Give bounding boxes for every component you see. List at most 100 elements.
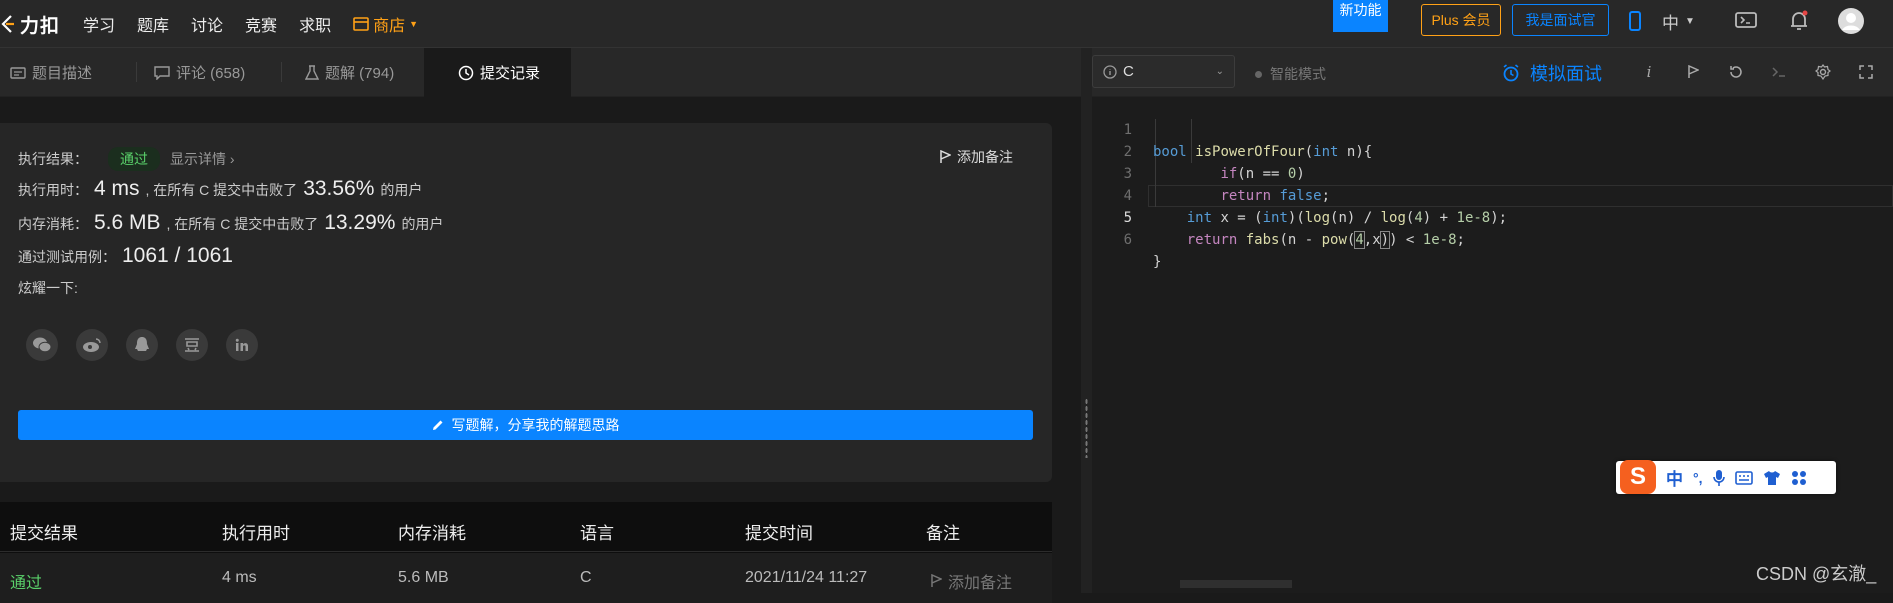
fullscreen-icon[interactable]: [1855, 61, 1877, 83]
playground-icon[interactable]: [1731, 8, 1761, 34]
ime-chinese-mode[interactable]: 中: [1666, 465, 1683, 490]
shirt-icon[interactable]: [1763, 470, 1781, 486]
status-badge: 通过: [108, 147, 160, 171]
code-editor[interactable]: 1 bool isPowerOfFour(int n){ 2 if(n == 0…: [1092, 97, 1893, 593]
tab-submissions[interactable]: 提交记录: [424, 48, 571, 97]
run-flag-icon[interactable]: [1682, 61, 1704, 83]
weibo-icon[interactable]: [76, 329, 108, 361]
leetcode-logo[interactable]: 力扣: [0, 8, 60, 40]
settings-icon[interactable]: [1812, 61, 1834, 83]
wechat-icon[interactable]: [26, 329, 58, 361]
interviewer-button[interactable]: 我是面试官: [1512, 4, 1609, 36]
mobile-icon[interactable]: [1620, 8, 1650, 34]
flag-icon: [940, 150, 951, 163]
avatar[interactable]: [1836, 8, 1866, 34]
console-icon[interactable]: [1768, 61, 1790, 83]
tab-solutions[interactable]: 题解 (794): [295, 48, 425, 97]
write-solution-button[interactable]: 写题解，分享我的解题思路: [18, 410, 1033, 440]
row-runtime: 4 ms: [222, 569, 257, 586]
col-note: 备注: [926, 524, 960, 543]
info-icon: [1103, 64, 1117, 79]
row-time: 2021/11/24 11:27: [745, 569, 868, 586]
nav-jobs[interactable]: 求职: [299, 12, 331, 36]
runtime-text: , 在所有 C 提交中击败了: [145, 182, 298, 198]
nav-shop[interactable]: 商店 ▼: [353, 12, 418, 36]
new-feature-badge[interactable]: 新功能: [1333, 0, 1388, 32]
logo-text: 力扣: [20, 15, 61, 37]
submissions-table: 提交结果 执行用时 内存消耗 语言 提交时间 备注 通过 4 ms 5.6 MB…: [0, 502, 1052, 603]
tests-value: 1061 / 1061: [122, 244, 233, 267]
tests-label: 通过测试用例：: [18, 249, 116, 265]
row-language: C: [580, 569, 592, 586]
runtime-row: 执行用时： 4 ms , 在所有 C 提交中击败了 33.56% 的用户: [18, 177, 422, 201]
memory-value: 5.6 MB: [94, 211, 161, 234]
add-note-label: 添加备注: [948, 575, 1013, 592]
sogou-logo[interactable]: S: [1620, 459, 1656, 494]
shop-label: 商店: [373, 18, 406, 35]
main-nav: 学习 题库 讨论 竞赛 求职 商店 ▼: [83, 0, 418, 48]
add-note-button[interactable]: 添加备注: [939, 147, 1013, 167]
horizontal-scrollbar[interactable]: [1180, 580, 1292, 588]
nav-learn[interactable]: 学习: [83, 12, 115, 36]
share-icons: [26, 329, 258, 361]
flask-icon: [305, 64, 319, 80]
tab-label: 题目描述: [32, 65, 93, 82]
col-result: 提交结果: [10, 524, 78, 543]
tab-description[interactable]: 题目描述: [0, 48, 120, 97]
row-add-note[interactable]: 添加备注: [930, 569, 1012, 593]
memory-text: , 在所有 C 提交中击败了: [166, 216, 319, 232]
drag-handle[interactable]: [1085, 398, 1088, 458]
grid-icon[interactable]: [1791, 470, 1807, 486]
write-solution-label: 写题解，分享我的解题思路: [451, 417, 620, 433]
plus-member-button[interactable]: Plus 会员: [1421, 4, 1501, 36]
tab-label: 题解 (794): [325, 65, 395, 82]
info-italic-icon[interactable]: i: [1638, 61, 1660, 83]
result-card: 执行结果： 通过 显示详情 › 添加备注 执行用时： 4 ms , 在所有 C …: [0, 123, 1052, 482]
smart-mode-toggle[interactable]: 智能模式: [1255, 64, 1326, 84]
nav-problems[interactable]: 题库: [137, 12, 169, 36]
language-label: 中: [1662, 13, 1679, 33]
share-row: 炫耀一下:: [18, 278, 78, 298]
row-result[interactable]: 通过: [10, 569, 42, 593]
douban-icon[interactable]: [176, 329, 208, 361]
qq-icon[interactable]: [126, 329, 158, 361]
reset-icon[interactable]: [1725, 61, 1747, 83]
pane-splitter[interactable]: [1081, 48, 1092, 593]
keyboard-icon[interactable]: [1734, 470, 1753, 485]
clock-icon: [458, 65, 474, 80]
mock-interview-button[interactable]: 模拟面试: [1502, 60, 1602, 86]
smart-mode-label: 智能模式: [1270, 66, 1326, 82]
tab-comments[interactable]: 评论 (658): [144, 48, 274, 97]
show-details-link[interactable]: 显示详情 ›: [170, 149, 235, 169]
runtime-label: 执行用时：: [18, 182, 88, 198]
language-select[interactable]: C ⌄: [1092, 55, 1235, 88]
problem-tabs: 题目描述 评论 (658) 题解 (794) 提交记录: [0, 48, 1081, 97]
linkedin-icon[interactable]: [226, 329, 258, 361]
editor-toolbar: C ⌄ 智能模式 模拟面试 i: [1092, 48, 1893, 97]
code-text: return fabs(n - pow(4,x)) < 1e-8;: [1186, 231, 1465, 249]
bell-icon[interactable]: [1784, 8, 1814, 34]
dot-icon: [1255, 70, 1262, 78]
code-line: 1 bool isPowerOfFour(int n){: [1092, 97, 1893, 160]
ime-punctuation[interactable]: °,: [1693, 470, 1703, 486]
submission-pane: 执行结果： 通过 显示详情 › 添加备注 执行用时： 4 ms , 在所有 C …: [0, 97, 1081, 603]
row-memory: 5.6 MB: [398, 569, 449, 586]
logo-icon: [1, 15, 14, 33]
code-line: 3 return false;: [1092, 141, 1893, 204]
language-toggle[interactable]: 中 ▼: [1662, 8, 1695, 34]
mic-icon[interactable]: [1712, 469, 1725, 487]
memory-label: 内存消耗：: [18, 216, 88, 232]
nav-discuss[interactable]: 讨论: [191, 12, 223, 36]
col-runtime: 执行用时: [222, 524, 290, 543]
status-label: 执行结果：: [18, 151, 88, 167]
code-line: 6 }: [1092, 207, 1893, 270]
tab-label: 提交记录: [480, 65, 541, 82]
memory-tail: 的用户: [401, 216, 444, 232]
line-number: 6: [1123, 232, 1132, 248]
nav-contest[interactable]: 竞赛: [245, 12, 277, 36]
csdn-watermark: CSDN @玄澈_: [1756, 564, 1877, 584]
col-language: 语言: [580, 524, 614, 543]
alarm-icon: [1503, 64, 1519, 82]
table-row[interactable]: 通过 4 ms 5.6 MB C 2021/11/24 11:27 添加备注: [0, 553, 1052, 603]
col-memory: 内存消耗: [398, 524, 466, 543]
